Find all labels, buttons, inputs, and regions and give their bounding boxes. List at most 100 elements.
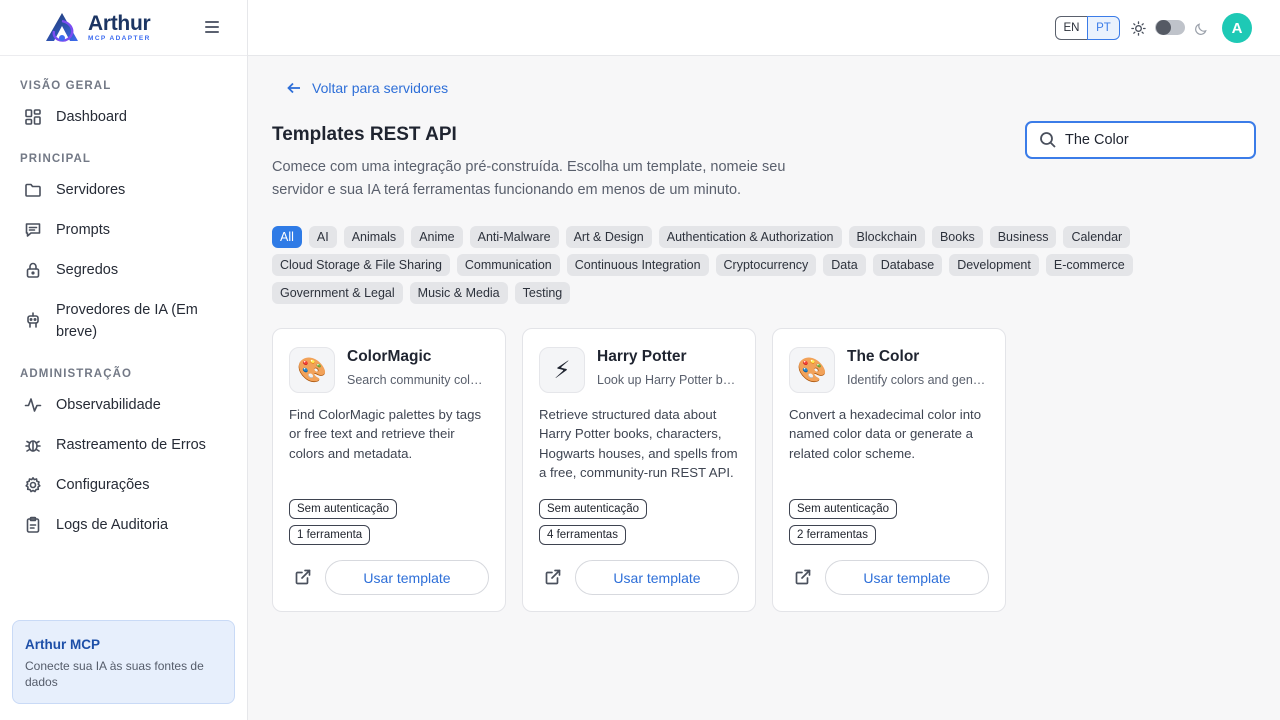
tools-badge: 4 ferramentas bbox=[539, 525, 626, 545]
use-template-button[interactable]: Usar template bbox=[325, 560, 489, 595]
category-tag[interactable]: AI bbox=[308, 226, 337, 248]
category-tag[interactable]: All bbox=[272, 226, 302, 248]
sidebar-item-label: Rastreamento de Erros bbox=[56, 437, 206, 453]
template-subtitle: Look up Harry Potter books bbox=[597, 373, 739, 387]
lang-pt-button[interactable]: PT bbox=[1087, 16, 1120, 40]
category-tag[interactable]: Cloud Storage & File Sharing bbox=[272, 254, 450, 276]
sun-icon bbox=[1131, 21, 1146, 36]
sidebar-item-secrets[interactable]: Segredos bbox=[12, 259, 236, 281]
sidebar-item-label: Observabilidade bbox=[56, 397, 161, 413]
category-tag[interactable]: Blockchain bbox=[848, 226, 925, 248]
avatar[interactable]: A bbox=[1222, 13, 1252, 43]
tools-badge: 1 ferramenta bbox=[289, 525, 371, 545]
auth-badge: Sem autenticação bbox=[539, 499, 648, 519]
bug-icon bbox=[24, 436, 42, 454]
activity-icon bbox=[24, 396, 42, 414]
sidebar-item-label: Provedores de IA (Em breve) bbox=[56, 302, 198, 340]
category-tag[interactable]: Communication bbox=[456, 254, 560, 276]
category-tag[interactable]: E-commerce bbox=[1045, 254, 1133, 276]
use-template-button[interactable]: Usar template bbox=[575, 560, 739, 595]
external-link-icon[interactable] bbox=[295, 569, 311, 585]
template-title: Harry Potter bbox=[597, 348, 687, 365]
promo-text: Conecte sua IA às suas fontes de dados bbox=[25, 659, 204, 689]
template-title: ColorMagic bbox=[347, 348, 432, 365]
sidebar-item-audit-logs[interactable]: Logs de Auditoria bbox=[12, 514, 236, 536]
sidebar-item-observability[interactable]: Observabilidade bbox=[12, 394, 236, 416]
use-template-button[interactable]: Usar template bbox=[825, 560, 989, 595]
template-card: ⚡ Harry Potter Look up Harry Potter books R… bbox=[522, 328, 756, 612]
page-title: Templates REST API bbox=[272, 124, 457, 145]
lock-icon bbox=[24, 261, 42, 279]
sidebar-item-dashboard[interactable]: Dashboard bbox=[12, 106, 236, 128]
brand-name: Arthur bbox=[88, 11, 151, 35]
lang-en-button[interactable]: EN bbox=[1055, 16, 1088, 40]
promo-title: Arthur MCP bbox=[25, 637, 100, 652]
template-description: Convert a hexadecimal color into named c… bbox=[789, 407, 982, 461]
external-link-icon[interactable] bbox=[795, 569, 811, 585]
section-title-admin: ADMINISTRAÇÃO bbox=[20, 368, 133, 380]
template-subtitle: Identify colors and generate schemes bbox=[847, 373, 989, 387]
theme-toggle[interactable] bbox=[1155, 20, 1185, 35]
category-tag[interactable]: Data bbox=[823, 254, 866, 276]
search-input[interactable] bbox=[1065, 132, 1245, 148]
gear-icon bbox=[24, 476, 42, 494]
category-tag[interactable]: Anime bbox=[411, 226, 463, 248]
external-link-icon[interactable] bbox=[545, 569, 561, 585]
sidebar-item-label: Logs de Auditoria bbox=[56, 517, 169, 533]
template-description: Retrieve structured data about Harry Pot… bbox=[539, 407, 738, 480]
sidebar-item-settings[interactable]: Configurações bbox=[12, 474, 236, 496]
category-tag[interactable]: Development bbox=[949, 254, 1039, 276]
category-tag[interactable]: Calendar bbox=[1063, 226, 1131, 248]
topbar: EN PT A bbox=[248, 0, 1280, 56]
category-tag[interactable]: Database bbox=[872, 254, 943, 276]
category-tag[interactable]: Music & Media bbox=[409, 282, 508, 304]
robot-icon bbox=[24, 311, 42, 329]
category-tag[interactable]: Cryptocurrency bbox=[715, 254, 817, 276]
arrow-left-icon bbox=[287, 82, 300, 94]
template-card: 🎨 The Color Identify colors and generate s… bbox=[772, 328, 1006, 612]
category-tag[interactable]: Business bbox=[989, 226, 1057, 248]
language-switcher: EN PT bbox=[1055, 16, 1120, 40]
category-tag[interactable]: Government & Legal bbox=[272, 282, 403, 304]
category-tag[interactable]: Animals bbox=[343, 226, 405, 248]
category-filters: All AI Animals Anime Anti-Malware Art & Desig… bbox=[272, 226, 1172, 304]
sidebar-item-prompts[interactable]: Prompts bbox=[12, 219, 236, 241]
sidebar-item-label: Segredos bbox=[56, 262, 119, 278]
template-icon: 🎨 bbox=[789, 347, 835, 393]
menu-toggle-icon[interactable] bbox=[205, 21, 219, 33]
template-icon: 🎨 bbox=[289, 347, 335, 393]
sidebar-item-error-tracking[interactable]: Rastreamento de Erros bbox=[12, 434, 236, 456]
page-description: Comece com uma integração pré-construída… bbox=[272, 159, 786, 198]
category-tag[interactable]: Anti-Malware bbox=[469, 226, 559, 248]
moon-icon bbox=[1195, 23, 1207, 35]
sidebar-item-label: Configurações bbox=[56, 477, 150, 493]
template-cards: 🎨 ColorMagic Search community color palett… bbox=[272, 328, 1006, 612]
search-icon bbox=[1040, 132, 1056, 148]
template-title: The Color bbox=[847, 348, 920, 365]
sidebar-item-servers[interactable]: Servidores bbox=[12, 179, 236, 201]
sidebar: Arthur MCP ADAPTER VISÃO GERAL Dashboard… bbox=[0, 0, 248, 720]
back-to-servers-link[interactable]: Voltar para servidores bbox=[286, 80, 448, 96]
template-subtitle: Search community color palettes bbox=[347, 373, 489, 387]
brand-subtitle: MCP ADAPTER bbox=[88, 34, 151, 42]
search-box bbox=[1025, 121, 1256, 159]
theme-toggle-knob bbox=[1156, 20, 1171, 35]
promo-card: Arthur MCP Conecte sua IA às suas fontes… bbox=[12, 620, 235, 704]
template-description: Find ColorMagic palettes by tags or free… bbox=[289, 407, 482, 461]
category-tag[interactable]: Authentication & Authorization bbox=[658, 226, 842, 248]
clipboard-icon bbox=[24, 516, 42, 534]
template-icon: ⚡ bbox=[539, 347, 585, 393]
category-tag[interactable]: Continuous Integration bbox=[566, 254, 709, 276]
tools-badge: 2 ferramentas bbox=[789, 525, 876, 545]
sidebar-item-ai-providers[interactable]: Provedores de IA (Em breve) bbox=[12, 299, 236, 343]
section-title-principal: PRINCIPAL bbox=[20, 153, 92, 165]
template-card: 🎨 ColorMagic Search community color palett… bbox=[272, 328, 506, 612]
sidebar-item-label: Dashboard bbox=[56, 109, 127, 125]
category-tag[interactable]: Books bbox=[931, 226, 983, 248]
arthur-logo-icon bbox=[46, 12, 78, 42]
category-tag[interactable]: Testing bbox=[514, 282, 571, 304]
back-link-label: Voltar para servidores bbox=[312, 80, 449, 96]
section-title-overview: VISÃO GERAL bbox=[20, 80, 112, 92]
sidebar-item-label: Prompts bbox=[56, 222, 110, 238]
category-tag[interactable]: Art & Design bbox=[565, 226, 652, 248]
